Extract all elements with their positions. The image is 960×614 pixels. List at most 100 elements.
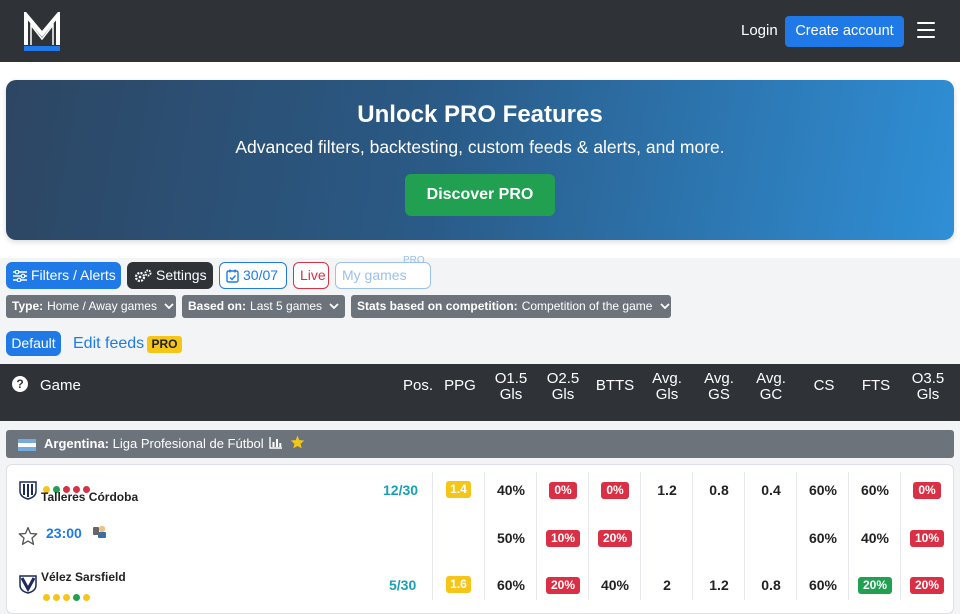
edit-feeds-link[interactable]: Edit feeds	[73, 335, 144, 353]
favorite-star-icon[interactable]	[290, 435, 305, 449]
argentina-flag-icon	[18, 439, 36, 451]
col-fts[interactable]: FTS	[856, 378, 896, 394]
date-label: 30/07	[243, 267, 279, 283]
velez-crest-icon	[19, 575, 37, 594]
home-o25: 0%	[549, 482, 577, 499]
col-avg-gs-line2: GS	[708, 386, 730, 403]
date-picker-button[interactable]: 30/07	[219, 262, 287, 289]
combined-btts-cell: 20%	[589, 529, 641, 547]
type-select[interactable]: Type: Home / Away games	[6, 295, 176, 318]
type-select-label: Type:	[12, 299, 44, 313]
home-btts: 0%	[601, 482, 629, 499]
filters-alerts-button[interactable]: Filters / Alerts	[6, 262, 121, 289]
away-pos: 5/30	[389, 577, 417, 593]
col-o25[interactable]: O2.5 Gls	[542, 371, 584, 403]
default-feed-button[interactable]: Default	[6, 331, 61, 356]
col-o35[interactable]: O3.5 Gls	[906, 371, 950, 403]
away-ppg: 1.6	[446, 576, 471, 593]
edit-feeds-pro-badge: PRO	[147, 336, 182, 353]
away-team-name[interactable]: Vélez Sarsfield	[41, 570, 126, 584]
home-avg-gls: 1.2	[657, 482, 677, 498]
tv-broadcast-icon	[93, 525, 106, 538]
away-btts: 40%	[600, 577, 630, 593]
col-avg-gc-line2: GC	[759, 386, 783, 403]
competition-select[interactable]: Stats based on competition: Competition o…	[351, 295, 671, 318]
chevron-down-icon	[329, 303, 340, 310]
home-btts-cell: 0%	[589, 481, 641, 499]
home-avg-gs: 0.8	[709, 482, 729, 498]
discover-pro-button[interactable]: Discover PRO	[405, 174, 555, 216]
star-outline-icon[interactable]	[18, 526, 38, 546]
col-avg-gc[interactable]: Avg. GC	[750, 371, 792, 403]
col-avg-gls-line2: Gls	[655, 386, 679, 403]
promo-subtitle: Advanced filters, backtesting, custom fe…	[235, 137, 725, 157]
hamburger-menu-icon[interactable]	[917, 22, 935, 38]
home-form-dots	[43, 480, 93, 493]
away-fts-cell: 20%	[849, 576, 901, 594]
bar-chart-icon[interactable]	[269, 437, 283, 449]
login-link[interactable]: Login	[741, 22, 778, 39]
combined-o35: 10%	[909, 530, 945, 547]
competition-country: Argentina:	[44, 436, 109, 451]
competition-select-value: Competition of the game	[521, 299, 653, 313]
home-cs: 60%	[808, 482, 838, 498]
home-fts: 60%	[860, 482, 890, 498]
live-button[interactable]: Live	[293, 262, 329, 289]
col-avg-gs-line1: Avg.	[704, 370, 734, 387]
kickoff-time: 23:00	[46, 525, 82, 541]
col-ppg[interactable]: PPG	[442, 378, 478, 394]
col-btts[interactable]: BTTS	[592, 378, 638, 394]
talleres-crest-icon	[19, 481, 37, 500]
create-account-button[interactable]: Create account	[785, 16, 904, 47]
col-o15-line1: O1.5	[494, 370, 528, 387]
my-games-pro-tag: PRO	[403, 255, 425, 266]
col-o25-line2: Gls	[551, 386, 575, 403]
away-avg-gs: 1.2	[709, 577, 729, 593]
col-avg-gc-line1: Avg.	[756, 370, 786, 387]
col-o35-line2: Gls	[916, 386, 940, 403]
combined-o25-cell: 10%	[537, 529, 589, 547]
home-team-name[interactable]: Talleres Córdoba	[41, 490, 138, 504]
col-game[interactable]: Game	[40, 378, 81, 394]
away-o35-cell: 20%	[901, 576, 953, 594]
settings-button[interactable]: Settings	[127, 262, 213, 289]
col-avg-gs[interactable]: Avg. GS	[698, 371, 740, 403]
away-o25-cell: 20%	[537, 576, 589, 594]
type-select-value: Home / Away games	[47, 299, 157, 313]
filters-label: Filters / Alerts	[31, 267, 116, 283]
col-pos[interactable]: Pos.	[402, 378, 434, 394]
based-on-select-value: Last 5 games	[250, 299, 323, 313]
col-o15[interactable]: O1.5 Gls	[490, 371, 532, 403]
away-o15: 60%	[496, 577, 526, 593]
combined-btts: 20%	[597, 530, 633, 547]
based-on-select[interactable]: Based on: Last 5 games	[182, 295, 345, 318]
sliders-icon	[13, 270, 27, 283]
away-avg-gc: 0.8	[761, 577, 781, 593]
combined-o35-cell: 10%	[901, 529, 953, 547]
site-logo[interactable]	[22, 12, 62, 52]
home-ppg: 1.4	[446, 481, 471, 498]
my-games-button[interactable]: My games	[335, 262, 431, 289]
combined-o25: 10%	[545, 530, 581, 547]
col-o15-line2: Gls	[499, 386, 523, 403]
col-cs[interactable]: CS	[806, 378, 842, 394]
help-icon[interactable]: ?	[12, 376, 28, 392]
col-o35-line1: O3.5	[911, 370, 945, 387]
away-fts: 20%	[857, 577, 893, 594]
chevron-down-icon	[660, 303, 670, 310]
competition-league: Liga Profesional de Fútbol	[112, 436, 264, 451]
competition-bar[interactable]: Argentina: Liga Profesional de Fútbol	[6, 430, 954, 458]
home-o35-cell: 0%	[901, 481, 953, 499]
col-avg-gls-line1: Avg.	[652, 370, 682, 387]
competition-select-label: Stats based on competition:	[357, 299, 518, 313]
away-o25: 20%	[545, 577, 581, 594]
column-divider	[432, 472, 433, 600]
home-o15: 40%	[496, 482, 526, 498]
home-pos: 12/30	[383, 482, 419, 498]
col-avg-gls[interactable]: Avg. Gls	[646, 371, 688, 403]
gears-icon	[134, 269, 152, 283]
away-form-dots	[43, 588, 93, 601]
based-on-select-label: Based on:	[188, 299, 247, 313]
chevron-down-icon	[164, 303, 174, 310]
away-o35: 20%	[909, 577, 945, 594]
